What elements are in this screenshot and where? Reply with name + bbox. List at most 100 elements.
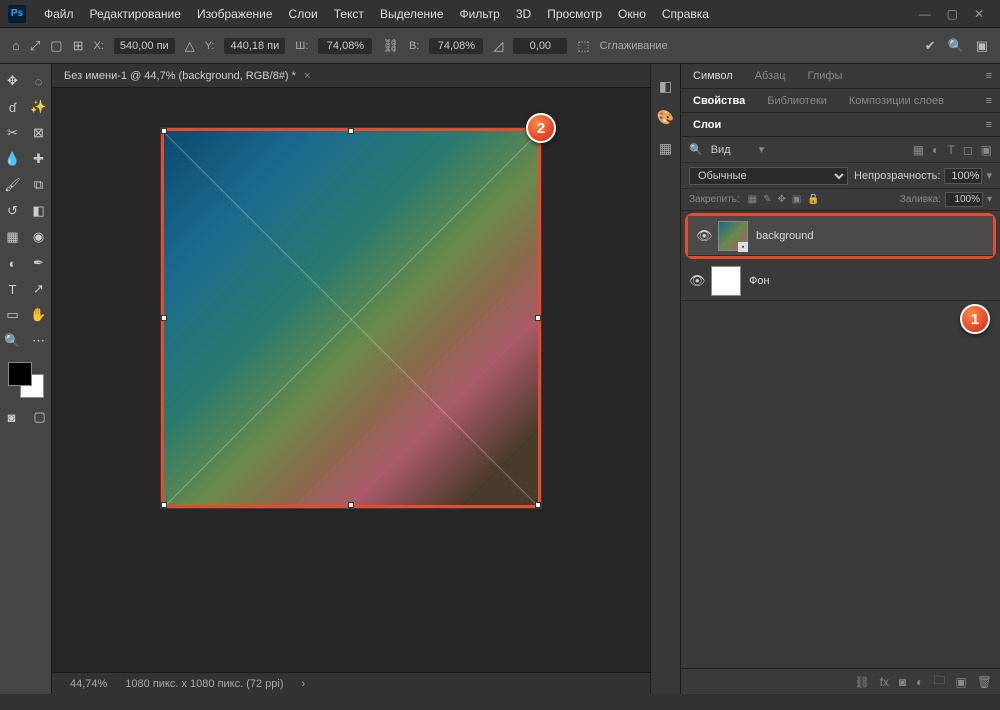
grid-ref-icon[interactable]: ⊞ — [73, 38, 84, 54]
group-icon[interactable]: 🗀 — [933, 671, 945, 692]
home-icon[interactable]: ⌂ — [12, 38, 20, 53]
opacity-field[interactable] — [944, 168, 982, 184]
lasso-tool-icon[interactable]: ɗ — [2, 96, 24, 118]
skew-h-icon[interactable]: ⬚ — [577, 38, 589, 54]
pen-tool-icon[interactable]: ✒ — [28, 252, 50, 274]
layer-row[interactable]: 👁 ▪ background — [688, 216, 993, 256]
search-icon[interactable]: 🔍 — [948, 38, 964, 54]
lock-pixels-icon[interactable]: ▦ — [748, 194, 757, 205]
filter-smart-icon[interactable]: ▣ — [981, 143, 992, 157]
type-tool-icon[interactable]: T — [2, 278, 24, 300]
filter-pixel-icon[interactable]: ▦ — [913, 143, 924, 157]
menu-help[interactable]: Справка — [654, 7, 717, 21]
fill-field[interactable] — [945, 192, 983, 207]
path-tool-icon[interactable]: ↗ — [28, 278, 50, 300]
menu-image[interactable]: Изображение — [189, 7, 281, 21]
transform-handle[interactable] — [161, 128, 167, 134]
gradient-tool-icon[interactable]: ▦ — [2, 226, 24, 248]
antialias-label[interactable]: Сглаживание — [600, 40, 668, 52]
stamp-tool-icon[interactable]: ⧉ — [28, 174, 50, 196]
chevron-down-icon[interactable]: ▾ — [987, 194, 992, 205]
marquee-tool-icon[interactable]: ◌ — [28, 70, 50, 92]
menu-select[interactable]: Выделение — [372, 7, 452, 21]
screenmode-icon[interactable]: ▢ — [29, 406, 51, 428]
workspace-icon[interactable]: ▣ — [976, 38, 988, 54]
transform-tool-icon[interactable]: ⤢ — [30, 38, 40, 54]
window-maximize-icon[interactable]: ▢ — [947, 7, 958, 21]
filter-type-icon[interactable]: T — [947, 143, 954, 157]
tab-layers[interactable]: Слои — [689, 115, 725, 135]
zoom-tool-icon[interactable]: 🔍 — [2, 330, 24, 352]
blend-mode-select[interactable]: Обычные — [689, 167, 848, 185]
transform-handle[interactable] — [348, 502, 354, 508]
new-layer-icon[interactable]: ▣ — [955, 675, 966, 689]
window-close-icon[interactable]: ✕ — [974, 7, 984, 21]
magic-wand-tool-icon[interactable]: ✨ — [28, 96, 50, 118]
hand-tool-icon[interactable]: ✋ — [28, 304, 50, 326]
canvas-document[interactable]: 2 — [161, 128, 541, 508]
panel-icon-color[interactable]: 🎨 — [657, 109, 674, 126]
zoom-value[interactable]: 44,74% — [70, 678, 107, 690]
document-tab[interactable]: Без имени-1 @ 44,7% (background, RGB/8#)… — [52, 64, 650, 88]
menu-layer[interactable]: Слои — [281, 7, 326, 21]
healing-tool-icon[interactable]: ✚ — [28, 148, 50, 170]
layer-mask-icon[interactable]: ◙ — [899, 675, 906, 689]
tab-glyphs[interactable]: Глифы — [804, 66, 847, 86]
window-minimize-icon[interactable]: — — [919, 7, 931, 21]
layer-name[interactable]: Фон — [749, 275, 770, 287]
shape-tool-icon[interactable]: ▭ — [2, 304, 24, 326]
tab-close-icon[interactable]: × — [304, 70, 310, 82]
color-swatch[interactable] — [8, 362, 44, 398]
chevron-down-icon[interactable]: ▾ — [759, 143, 765, 156]
transform-handle[interactable] — [161, 502, 167, 508]
tab-character[interactable]: Символ — [689, 66, 737, 86]
eyedropper-tool-icon[interactable]: 💧 — [2, 148, 24, 170]
transform-handle[interactable] — [535, 502, 541, 508]
menu-view[interactable]: Просмотр — [539, 7, 610, 21]
lock-position-icon[interactable]: ✥ — [778, 194, 786, 205]
delete-layer-icon[interactable]: 🗑 — [977, 675, 992, 689]
layer-thumbnail[interactable] — [711, 266, 741, 296]
status-chevron-icon[interactable]: › — [302, 678, 306, 690]
y-field[interactable]: 440,18 пи — [224, 38, 285, 54]
lock-artboard-icon[interactable]: ▣ — [792, 194, 801, 205]
eraser-tool-icon[interactable]: ◧ — [28, 200, 50, 222]
brush-tool-icon[interactable]: 🖌 — [2, 174, 24, 196]
panel-menu-icon[interactable]: ≡ — [986, 95, 992, 107]
frame-tool-icon[interactable]: ⊠ — [28, 122, 50, 144]
tab-layer-comps[interactable]: Композиции слоев — [845, 91, 948, 111]
menu-type[interactable]: Текст — [326, 7, 372, 21]
layer-visibility-icon[interactable]: 👁 — [689, 273, 703, 289]
transform-handle[interactable] — [348, 128, 354, 134]
adjustment-layer-icon[interactable]: ◐ — [916, 675, 923, 689]
menu-window[interactable]: Окно — [610, 7, 654, 21]
layer-name[interactable]: background — [756, 230, 814, 242]
reference-point-icon[interactable]: ▢ — [50, 38, 62, 54]
filter-adjust-icon[interactable]: ◐ — [932, 143, 939, 157]
panel-icon-swatches[interactable]: ▦ — [659, 140, 672, 157]
filter-shape-icon[interactable]: ◻ — [963, 143, 973, 157]
h-field[interactable]: 74,08% — [429, 38, 483, 54]
lock-brush-icon[interactable]: ✎ — [763, 194, 771, 205]
lock-all-icon[interactable]: 🔒 — [807, 194, 819, 205]
crop-tool-icon[interactable]: ✂ — [2, 122, 24, 144]
x-field[interactable]: 540,00 пи — [114, 38, 175, 54]
transform-handle[interactable] — [535, 315, 541, 321]
delta-icon[interactable]: △ — [185, 38, 195, 54]
more-tools-icon[interactable]: ⋯ — [28, 330, 50, 352]
layer-visibility-icon[interactable]: 👁 — [696, 228, 710, 244]
tab-paragraph[interactable]: Абзац — [751, 66, 790, 86]
layer-fx-icon[interactable]: fx — [880, 675, 889, 689]
link-icon[interactable]: ⛓ — [382, 38, 399, 54]
link-layers-icon[interactable]: ⛓ — [854, 675, 869, 689]
transform-handle[interactable] — [161, 315, 167, 321]
layer-row[interactable]: 👁 Фон — [681, 261, 1000, 301]
dodge-tool-icon[interactable]: ◐ — [2, 252, 24, 274]
menu-edit[interactable]: Редактирование — [82, 7, 189, 21]
tab-libraries[interactable]: Библиотеки — [763, 91, 831, 111]
panel-icon-adjustments[interactable]: ◧ — [659, 78, 672, 95]
commit-icon[interactable]: ✔ — [925, 38, 936, 54]
panel-menu-icon[interactable]: ≡ — [986, 70, 992, 82]
filter-search-icon[interactable]: 🔍 — [689, 143, 703, 156]
menu-filter[interactable]: Фильтр — [452, 7, 508, 21]
